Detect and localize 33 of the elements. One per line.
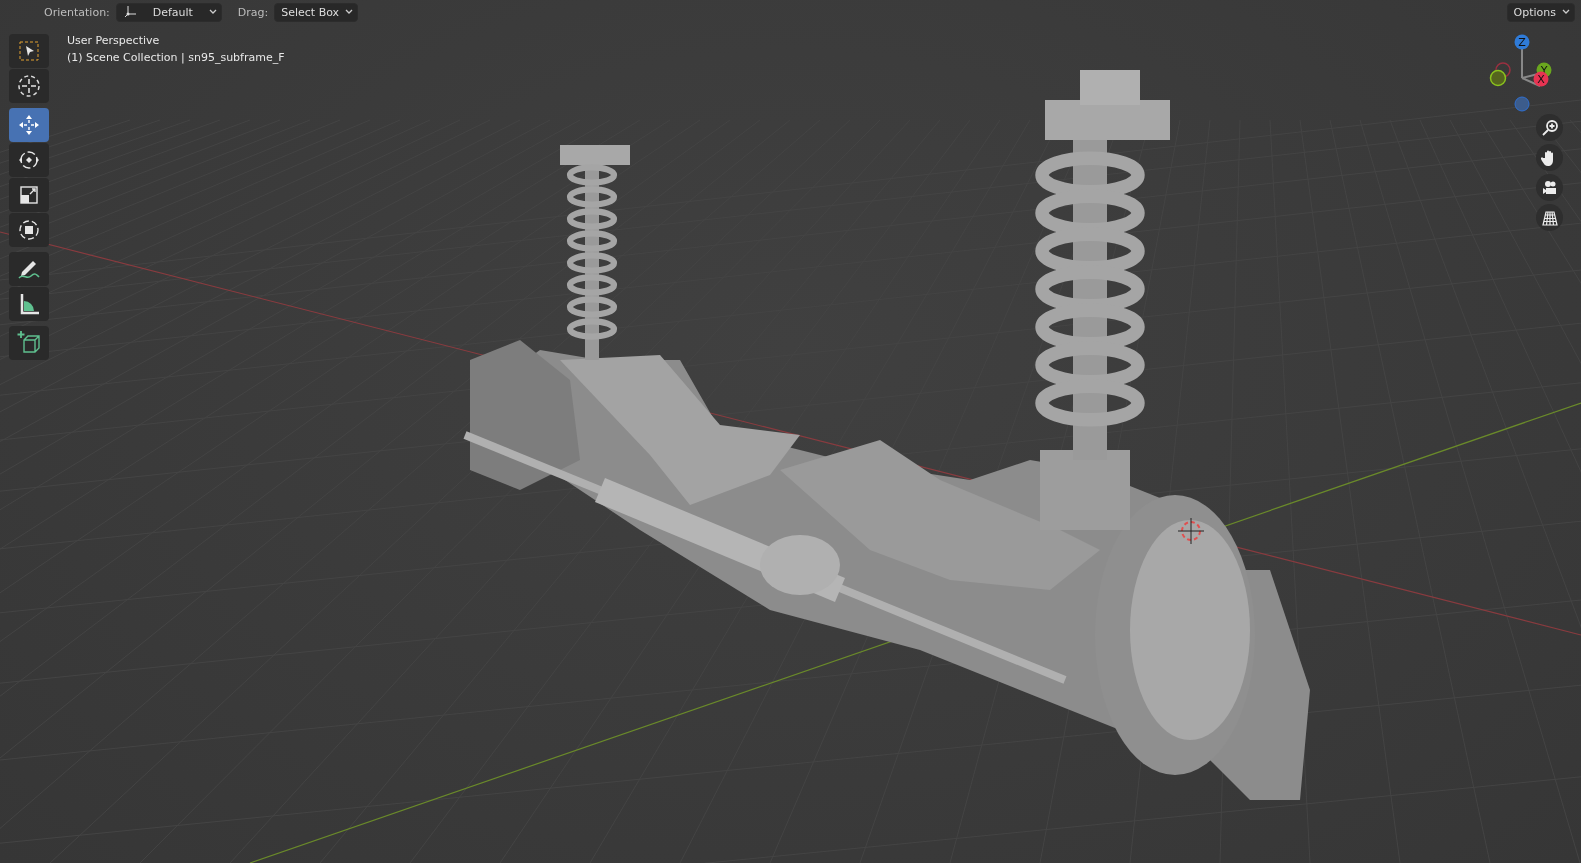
collection-info: (1) Scene Collection | sn95_subframe_F (67, 50, 285, 66)
transform-icon (17, 218, 41, 242)
tool-button[interactable] (9, 178, 49, 212)
view-control-button[interactable] (1536, 144, 1563, 171)
grid-icon (1540, 208, 1559, 227)
tool-button[interactable] (9, 143, 49, 177)
caret-icon (208, 9, 217, 15)
scale-icon (18, 184, 40, 206)
3d-cursor-icon (1177, 517, 1205, 545)
drag-label: Drag: (237, 5, 269, 19)
tool-button[interactable] (9, 326, 49, 360)
select-box-icon (18, 40, 40, 62)
rotate-icon (17, 148, 41, 172)
caret-icon (1562, 9, 1570, 15)
movie-camera-icon (1540, 178, 1559, 197)
caret-icon (345, 9, 354, 15)
cursor-icon (17, 74, 41, 98)
tool-button[interactable] (9, 69, 49, 103)
axes-icon (122, 5, 137, 19)
view-control-button[interactable] (1536, 174, 1563, 201)
drag-dropdown[interactable]: Select Box (274, 2, 359, 22)
view-control-button[interactable] (1536, 114, 1563, 141)
orientation-dropdown[interactable]: Default (115, 2, 222, 22)
orientation-label: Orientation: (44, 5, 110, 19)
view-control-button[interactable] (1536, 204, 1563, 231)
zoom-in-icon (1540, 118, 1559, 137)
add-cube-icon (16, 330, 42, 356)
tool-button[interactable] (9, 213, 49, 247)
view-name: User Perspective (67, 33, 161, 49)
options-dropdown[interactable]: Options (1506, 2, 1575, 22)
tool-button[interactable] (9, 287, 49, 321)
move-arrows-icon (17, 113, 41, 137)
tool-button[interactable] (9, 252, 49, 286)
